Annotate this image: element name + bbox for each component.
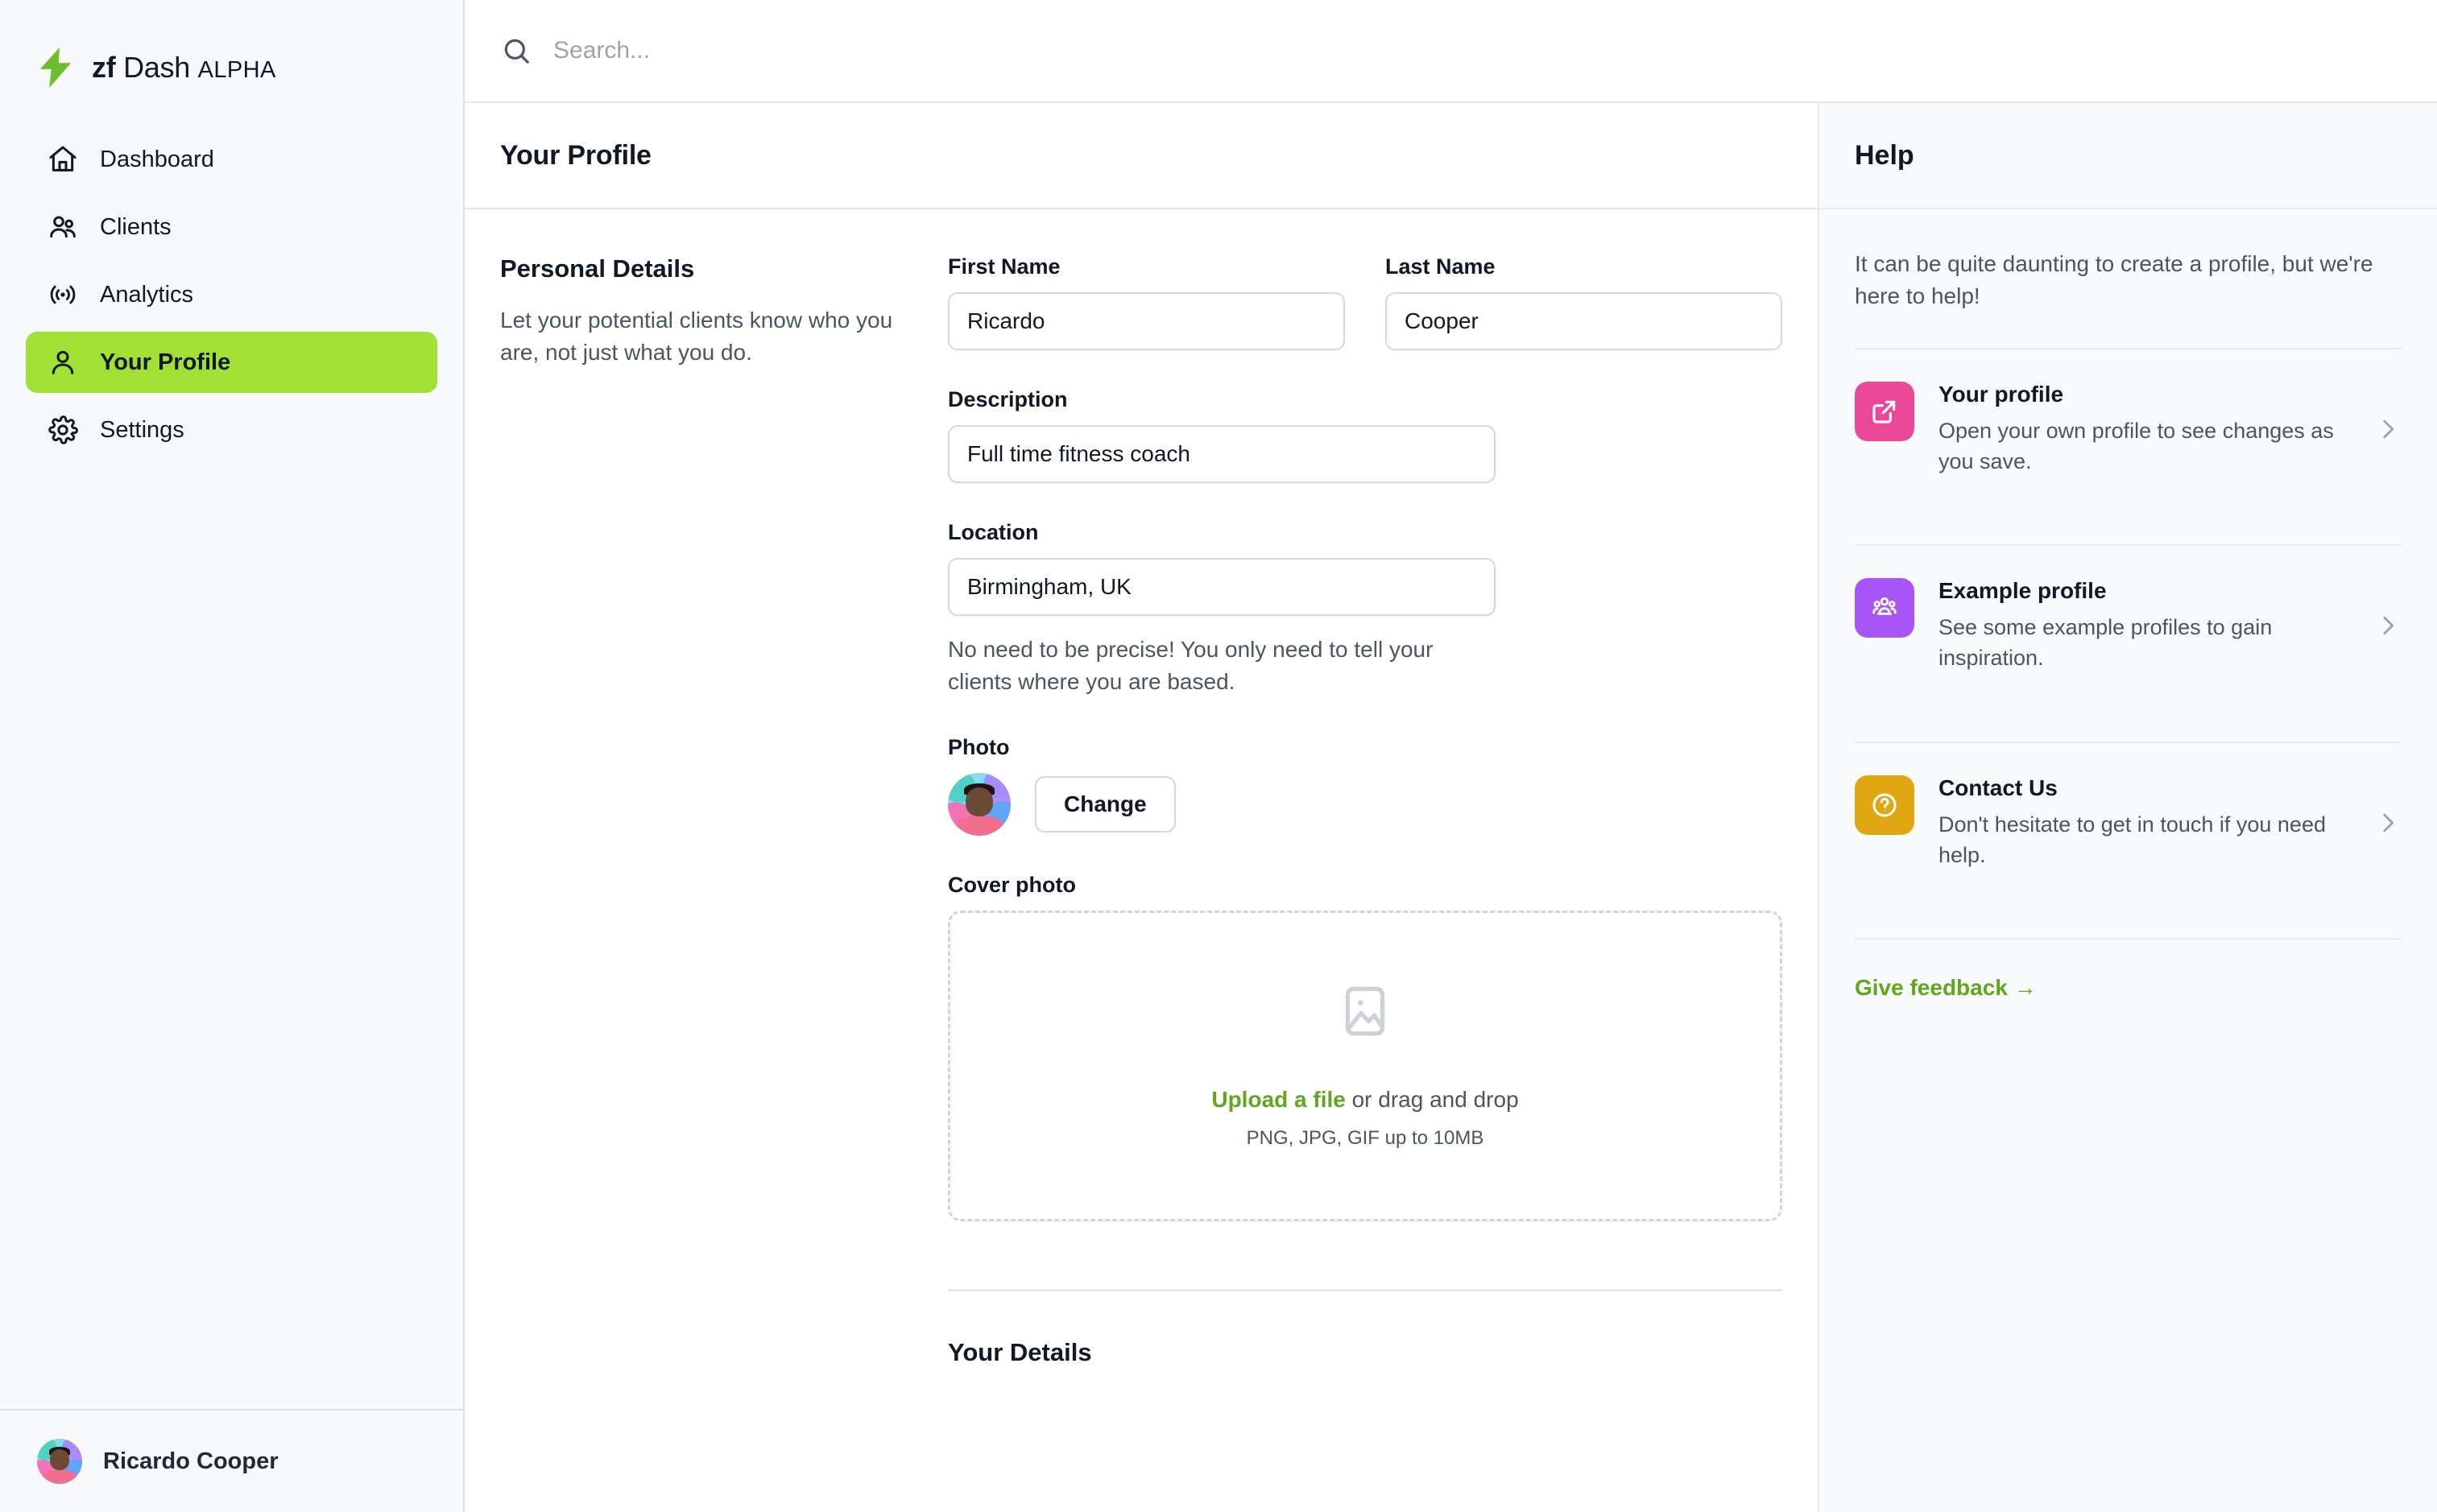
question-circle-icon	[1855, 775, 1914, 835]
content-row: Your Profile Personal Details Let your p…	[465, 103, 2437, 1512]
next-section: Your Details	[948, 1291, 1782, 1367]
personal-details-section: Personal Details Let your potential clie…	[500, 254, 1782, 1367]
cover-photo-group: Cover photo Upload a file or drag and dr…	[948, 873, 1782, 1221]
sidebar-item-label: Your Profile	[100, 349, 231, 375]
brand-alpha-badge: ALPHA	[197, 57, 276, 83]
give-feedback-link[interactable]: Give feedback →	[1855, 975, 2037, 1001]
section-description: Let your potential clients know who you …	[500, 308, 893, 365]
sidebar-user-profile[interactable]: Ricardo Cooper	[0, 1409, 463, 1512]
avatar	[37, 1439, 82, 1484]
cover-photo-dropzone[interactable]: Upload a file or drag and drop PNG, JPG,…	[948, 910, 1782, 1221]
help-body: It can be quite daunting to create a pro…	[1819, 209, 2437, 1001]
page-title: Your Profile	[500, 139, 652, 171]
help-panel: Help It can be quite daunting to create …	[1819, 103, 2437, 1512]
sidebar: zf Dash ALPHA Dashboard Clients Analytic…	[0, 0, 465, 1512]
sidebar-item-dashboard[interactable]: Dashboard	[26, 129, 437, 190]
last-name-field[interactable]	[1385, 292, 1782, 350]
search-bar[interactable]	[500, 0, 2402, 101]
broadcast-icon	[47, 279, 79, 311]
sidebar-item-clients[interactable]: Clients	[26, 196, 437, 258]
brand-logo[interactable]: zf Dash ALPHA	[0, 0, 463, 103]
chevron-right-icon	[2374, 809, 2402, 837]
sidebar-item-your-profile[interactable]: Your Profile	[26, 332, 437, 393]
first-name-label: First Name	[948, 254, 1061, 279]
image-placeholder-icon	[1335, 981, 1395, 1045]
external-link-icon	[1855, 381, 1914, 441]
upload-formats-text: PNG, JPG, GIF up to 10MB	[1246, 1127, 1484, 1149]
chevron-right-icon	[2374, 612, 2402, 639]
brand-dash: Dash	[123, 51, 190, 84]
description-field[interactable]	[948, 425, 1496, 483]
gear-icon	[47, 414, 79, 446]
sidebar-item-label: Analytics	[100, 281, 194, 308]
home-icon	[47, 143, 79, 176]
help-item-description: See some example profiles to gain inspir…	[1938, 615, 2273, 671]
brand-title: zf Dash ALPHA	[92, 51, 276, 85]
section-form: First Name Last Name Description	[948, 254, 1782, 1367]
search-input[interactable]	[553, 0, 2402, 101]
users-icon	[47, 211, 79, 243]
lightning-bolt-icon	[37, 48, 74, 88]
upload-prompt: Upload a file or drag and drop	[1211, 1087, 1518, 1113]
last-name-label: Last Name	[1385, 254, 1496, 279]
main-body: Personal Details Let your potential clie…	[465, 209, 1818, 1512]
help-intro: It can be quite daunting to create a pro…	[1855, 251, 2373, 308]
sidebar-item-settings[interactable]: Settings	[26, 399, 437, 461]
photo-label: Photo	[948, 734, 1010, 759]
sidebar-user-name: Ricardo Cooper	[103, 1448, 279, 1474]
user-icon	[47, 346, 79, 378]
first-name-field[interactable]	[948, 292, 1345, 350]
name-row: First Name Last Name	[948, 254, 1782, 350]
help-item-title: Contact Us	[1938, 775, 2058, 800]
help-item-your-profile[interactable]: Your profile Open your own profile to se…	[1855, 349, 2402, 510]
page-header: Your Profile	[465, 103, 1818, 209]
main-panel: Your Profile Personal Details Let your p…	[465, 103, 1819, 1512]
sidebar-item-analytics[interactable]: Analytics	[26, 264, 437, 325]
avatar	[948, 772, 1011, 836]
drag-and-drop-text: or drag and drop	[1345, 1087, 1519, 1112]
next-section-heading: Your Details	[948, 1337, 1092, 1366]
upload-a-file-link[interactable]: Upload a file	[1211, 1087, 1345, 1112]
description-group: Description	[948, 387, 1496, 483]
first-name-group: First Name	[948, 254, 1345, 350]
help-item-text: Contact Us Don't hesitate to get in touc…	[1938, 775, 2350, 871]
description-label: Description	[948, 387, 1068, 411]
center-column: Your Profile Personal Details Let your p…	[465, 0, 2437, 1512]
group-people-icon	[1855, 578, 1914, 638]
help-item-title: Your profile	[1938, 381, 2064, 407]
help-item-text: Example profile See some example profile…	[1938, 578, 2350, 674]
location-field[interactable]	[948, 558, 1496, 616]
location-label: Location	[948, 520, 1039, 544]
location-hint: No need to be precise! You only need to …	[948, 637, 1434, 694]
search-icon	[500, 35, 532, 67]
sidebar-item-label: Settings	[100, 416, 184, 443]
sidebar-item-label: Dashboard	[100, 146, 214, 172]
cover-photo-label: Cover photo	[948, 872, 1076, 897]
sidebar-nav: Dashboard Clients Analytics Your Profile…	[0, 103, 463, 461]
help-item-contact-us[interactable]: Contact Us Don't hesitate to get in touc…	[1855, 743, 2402, 903]
brand-zf: zf	[92, 51, 116, 84]
help-item-example-profile[interactable]: Example profile See some example profile…	[1855, 546, 2402, 706]
help-header: Help	[1819, 103, 2437, 209]
help-title: Help	[1855, 139, 1914, 171]
section-intro: Personal Details Let your potential clie…	[500, 254, 948, 1367]
help-item-description: Open your own profile to see changes as …	[1938, 418, 2334, 473]
section-heading: Personal Details	[500, 254, 695, 283]
last-name-group: Last Name	[1385, 254, 1782, 350]
topbar	[465, 0, 2437, 103]
chevron-right-icon	[2374, 415, 2402, 443]
app-root: zf Dash ALPHA Dashboard Clients Analytic…	[0, 0, 2437, 1512]
photo-group: Photo Change	[948, 735, 1782, 836]
help-item-description: Don't hesitate to get in touch if you ne…	[1938, 812, 2326, 868]
change-photo-button[interactable]: Change	[1035, 775, 1176, 832]
help-item-title: Example profile	[1938, 578, 2107, 604]
help-item-text: Your profile Open your own profile to se…	[1938, 382, 2350, 477]
sidebar-item-label: Clients	[100, 213, 172, 240]
photo-row: Change	[948, 772, 1782, 836]
divider	[1855, 938, 2402, 940]
location-group: Location No need to be precise! You only…	[948, 520, 1496, 698]
